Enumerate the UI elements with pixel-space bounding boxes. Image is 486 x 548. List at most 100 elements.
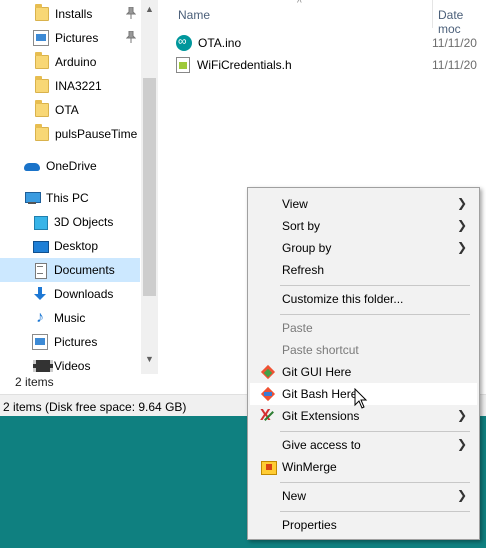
menu-item-label: Git Extensions bbox=[282, 409, 360, 423]
menu-item-label: Give access to bbox=[282, 438, 361, 452]
nav-item-label: OneDrive bbox=[46, 159, 97, 173]
videos-icon bbox=[32, 358, 53, 374]
submenu-arrow-icon: ❯ bbox=[456, 408, 467, 422]
nav-item-label: pulsPauseTime bbox=[55, 127, 138, 141]
menu-separator bbox=[280, 511, 470, 512]
submenu-arrow-icon: ❯ bbox=[456, 218, 467, 232]
nav-item-videos[interactable]: Videos bbox=[0, 354, 140, 374]
nav-item-ina3221[interactable]: INA3221 bbox=[0, 74, 140, 98]
menu-item-give-access-to[interactable]: Give access to ❯ bbox=[250, 434, 477, 456]
nav-item-label: 3D Objects bbox=[54, 215, 114, 229]
file-name: WiFiCredentials.h bbox=[197, 58, 292, 72]
nav-item-onedrive[interactable]: OneDrive bbox=[0, 154, 140, 178]
menu-item-group-by[interactable]: Group by ❯ bbox=[250, 237, 477, 259]
file-name: OTA.ino bbox=[198, 36, 242, 50]
scroll-up-arrow-icon[interactable]: ▲ bbox=[145, 4, 154, 14]
menu-item-label: Paste shortcut bbox=[282, 343, 359, 357]
navigation-pane: Installs Pictures Arduino INA3221 OTA pu… bbox=[0, 0, 158, 374]
nav-item-documents[interactable]: Documents bbox=[0, 258, 140, 282]
items-count: 2 items bbox=[15, 375, 54, 389]
menu-item-label: Sort by bbox=[282, 219, 321, 233]
nav-item-installs[interactable]: Installs bbox=[0, 2, 140, 26]
menu-item-refresh[interactable]: Refresh bbox=[250, 259, 477, 281]
menu-item-label: New bbox=[282, 489, 307, 503]
scroll-down-arrow-icon[interactable]: ▼ bbox=[145, 354, 154, 364]
downloads-icon bbox=[32, 286, 48, 302]
file-row[interactable]: OTA.ino 11/11/20 bbox=[176, 33, 486, 53]
nav-item-ota[interactable]: OTA bbox=[0, 98, 140, 122]
nav-item-this-pc[interactable]: This PC bbox=[0, 186, 140, 210]
git-gui-icon bbox=[260, 364, 276, 380]
menu-item-label: Refresh bbox=[282, 263, 325, 277]
nav-item-label: This PC bbox=[46, 191, 89, 205]
arduino-file-icon bbox=[176, 34, 192, 51]
menu-item-new[interactable]: New ❯ bbox=[250, 485, 477, 507]
nav-item-label: Desktop bbox=[54, 239, 99, 253]
header-file-icon bbox=[176, 57, 190, 73]
scrollbar-thumb[interactable] bbox=[143, 78, 156, 296]
menu-separator bbox=[280, 482, 470, 483]
menu-item-label: Customize this folder... bbox=[282, 292, 404, 306]
nav-item-3d-objects[interactable]: 3D Objects bbox=[0, 210, 140, 234]
menu-item-label: Properties bbox=[282, 518, 337, 532]
column-divider[interactable] bbox=[432, 0, 433, 28]
git-bash-icon bbox=[260, 386, 276, 402]
nav-item-label: Downloads bbox=[54, 287, 114, 301]
file-row[interactable]: WiFiCredentials.h 11/11/20 bbox=[176, 55, 486, 75]
menu-item-winmerge[interactable]: WinMerge bbox=[250, 456, 477, 478]
nav-item-label: Music bbox=[54, 311, 86, 325]
nav-scrollbar[interactable]: ▲ ▼ bbox=[141, 0, 158, 374]
menu-item-label: Group by bbox=[282, 241, 332, 255]
nav-item-pulspausetime[interactable]: pulsPauseTime bbox=[0, 122, 140, 146]
desktop-icon bbox=[32, 238, 49, 254]
column-header-name[interactable]: Name bbox=[178, 0, 210, 28]
this-pc-icon bbox=[24, 190, 41, 206]
menu-item-label: WinMerge bbox=[282, 460, 337, 474]
nav-item-label: Videos bbox=[54, 359, 91, 373]
menu-separator bbox=[280, 314, 470, 315]
file-date: 11/11/20 bbox=[432, 36, 477, 50]
pin-icon bbox=[126, 31, 136, 43]
context-menu: View ❯ Sort by ❯ Group by ❯ Refresh Cust… bbox=[247, 187, 480, 540]
menu-item-label: Paste bbox=[282, 321, 313, 335]
nav-item-label: Pictures bbox=[55, 31, 99, 45]
column-header-date-modified[interactable]: Date moc bbox=[438, 0, 486, 36]
menu-item-label: Git GUI Here bbox=[282, 365, 352, 379]
menu-item-label: Git Bash Here bbox=[282, 387, 358, 401]
nav-item-label: Pictures bbox=[54, 335, 98, 349]
menu-item-view[interactable]: View ❯ bbox=[250, 193, 477, 215]
folder-icon bbox=[35, 76, 49, 93]
nav-item-label: Arduino bbox=[55, 55, 97, 69]
submenu-arrow-icon: ❯ bbox=[456, 196, 467, 210]
nav-item-label: OTA bbox=[55, 103, 79, 117]
3d-objects-icon bbox=[32, 214, 48, 230]
pictures-icon bbox=[32, 334, 48, 350]
nav-item-desktop[interactable]: Desktop bbox=[0, 234, 140, 258]
folder-icon bbox=[35, 4, 49, 21]
menu-item-sort-by[interactable]: Sort by ❯ bbox=[250, 215, 477, 237]
mouse-cursor-icon bbox=[354, 388, 368, 409]
menu-item-customize-folder[interactable]: Customize this folder... bbox=[250, 288, 477, 310]
nav-item-pictures[interactable]: Pictures bbox=[0, 330, 140, 354]
file-date: 11/11/20 bbox=[432, 58, 477, 72]
folder-icon bbox=[35, 52, 49, 69]
nav-item-pictures-quick[interactable]: Pictures bbox=[0, 26, 140, 50]
folder-icon bbox=[35, 100, 49, 117]
nav-item-label: INA3221 bbox=[55, 79, 102, 93]
nav-item-arduino[interactable]: Arduino bbox=[0, 50, 140, 74]
pictures-icon bbox=[33, 30, 49, 46]
menu-separator bbox=[280, 285, 470, 286]
nav-item-downloads[interactable]: Downloads bbox=[0, 282, 140, 306]
menu-item-paste-shortcut: Paste shortcut bbox=[250, 339, 477, 361]
documents-icon bbox=[32, 262, 48, 279]
menu-item-paste: Paste bbox=[250, 317, 477, 339]
menu-item-git-gui-here[interactable]: Git GUI Here bbox=[250, 361, 477, 383]
onedrive-icon bbox=[24, 158, 40, 174]
git-extensions-icon: X bbox=[260, 408, 276, 424]
winmerge-icon bbox=[260, 459, 277, 475]
folder-icon bbox=[35, 124, 49, 141]
nav-item-music[interactable]: ♪ Music bbox=[0, 306, 140, 330]
pin-icon bbox=[126, 7, 136, 19]
submenu-arrow-icon: ❯ bbox=[456, 488, 467, 502]
menu-item-properties[interactable]: Properties bbox=[250, 514, 477, 536]
